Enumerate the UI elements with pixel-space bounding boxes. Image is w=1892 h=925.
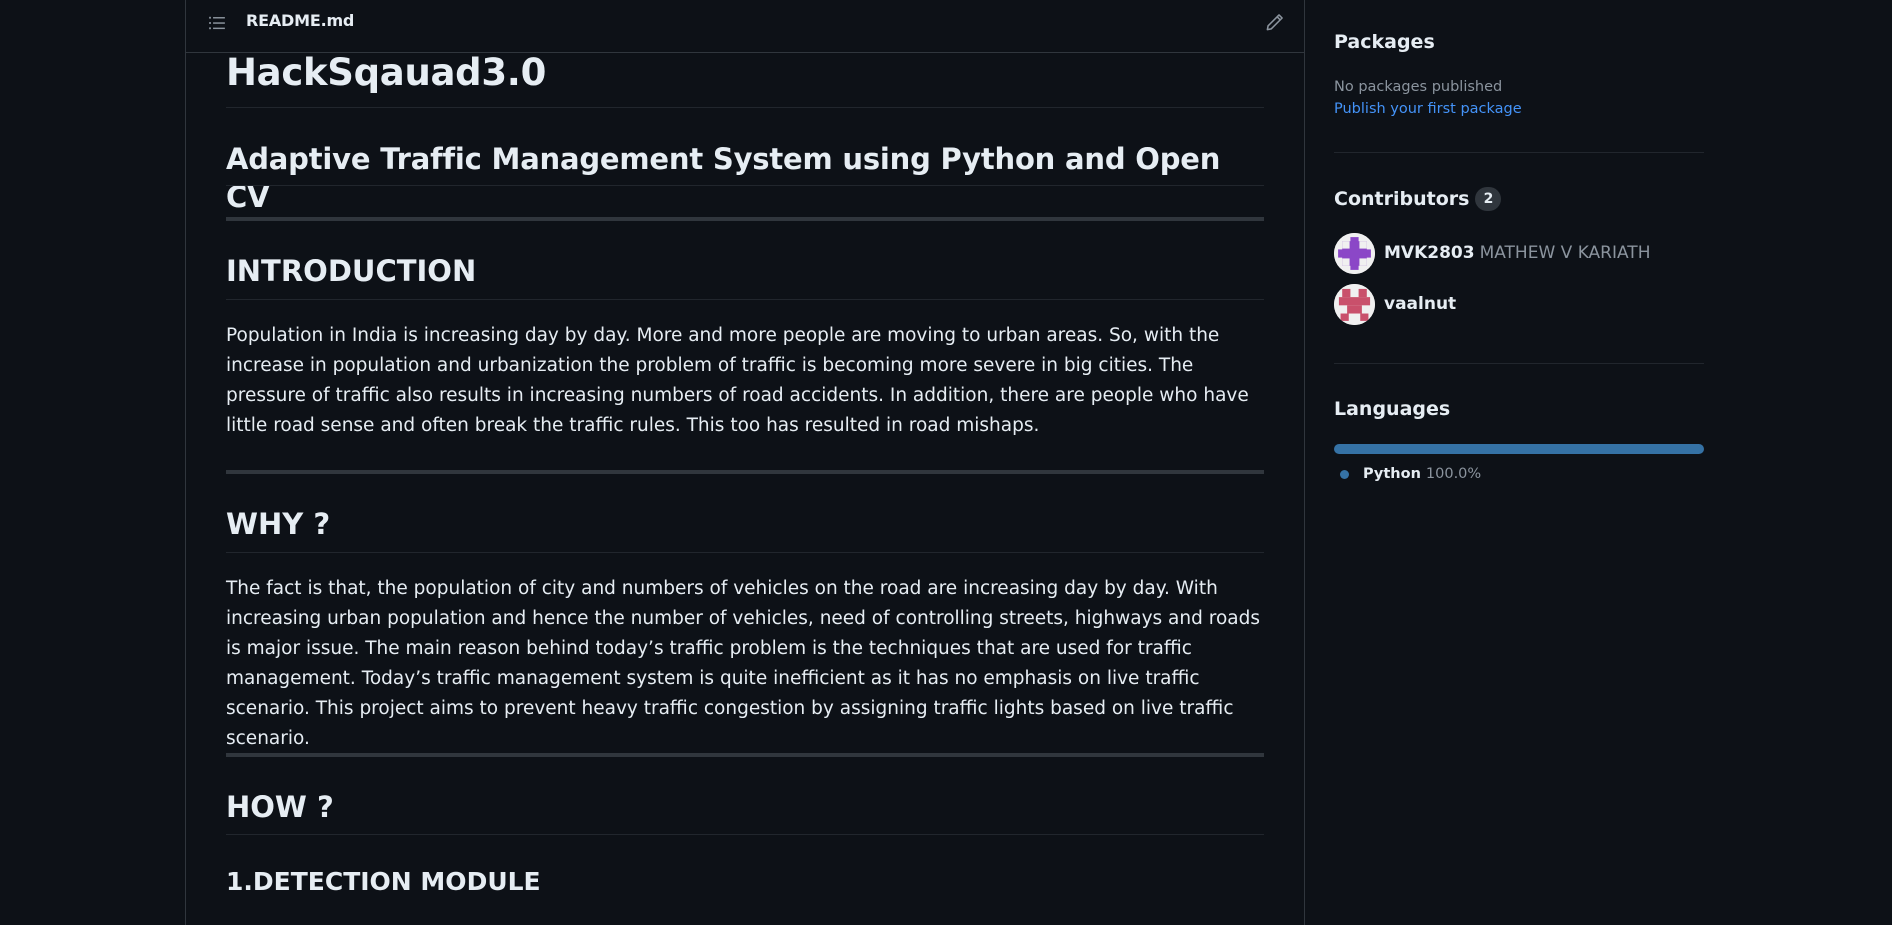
- pencil-icon[interactable]: [1265, 13, 1284, 32]
- subtitle-underline: [226, 185, 1264, 186]
- languages-heading: Languages: [1334, 398, 1451, 420]
- readme-subtitle: Adaptive Traffic Management System using…: [226, 142, 1221, 214]
- section-heading-why: WHY ?: [226, 507, 331, 541]
- packages-heading[interactable]: Packages: [1334, 31, 1435, 53]
- heading-underline: [226, 834, 1264, 835]
- readme-filename[interactable]: README.md: [246, 11, 354, 30]
- title-underline: [226, 107, 1264, 108]
- section-heading-detection-module: 1.DETECTION MODULE: [226, 867, 541, 896]
- language-bar: [1334, 444, 1704, 454]
- introduction-paragraph: Population in India is increasing day by…: [226, 325, 1249, 436]
- readme-header: README.md: [186, 0, 1304, 53]
- contributor-item[interactable]: MVK2803 MATHEW V KARIATH: [1334, 232, 1650, 274]
- language-percent: 100.0%: [1425, 466, 1482, 482]
- avatar: [1334, 283, 1375, 325]
- contributors-count-badge: 2: [1475, 187, 1502, 211]
- list-icon[interactable]: [208, 14, 226, 32]
- section-heading-introduction: INTRODUCTION: [226, 254, 477, 288]
- section-heading-how: HOW ?: [226, 790, 334, 824]
- horizontal-rule: [226, 217, 1264, 221]
- contributor-login[interactable]: MVK2803: [1384, 243, 1475, 263]
- heading-underline: [226, 552, 1264, 553]
- readme-panel: README.md HackSqauad3.0 Adaptive Traffic…: [185, 0, 1305, 925]
- contributors-heading[interactable]: Contributors 2: [1334, 187, 1502, 211]
- contributor-login[interactable]: vaalnut: [1384, 294, 1456, 314]
- contributor-name: MATHEW V KARIATH: [1479, 243, 1651, 263]
- repo-sidebar: Packages No packages published Publish y…: [1334, 0, 1704, 925]
- sidebar-divider: [1334, 363, 1704, 364]
- sidebar-divider: [1334, 152, 1704, 153]
- contributors-heading-label: Contributors: [1334, 188, 1470, 210]
- horizontal-rule: [226, 753, 1264, 757]
- horizontal-rule: [226, 470, 1264, 474]
- contributor-item[interactable]: vaalnut: [1334, 283, 1456, 325]
- language-color-dot: [1340, 469, 1349, 479]
- why-paragraph: The fact is that, the population of city…: [226, 578, 1260, 749]
- language-item-python[interactable]: Python 100.0%: [1340, 466, 1481, 482]
- language-name: Python: [1363, 466, 1421, 482]
- readme-title: HackSqauad3.0: [226, 51, 547, 94]
- heading-underline: [226, 299, 1264, 300]
- publish-package-link[interactable]: Publish your first package: [1334, 101, 1522, 117]
- avatar: [1334, 232, 1375, 274]
- packages-empty-text: No packages published: [1334, 79, 1503, 95]
